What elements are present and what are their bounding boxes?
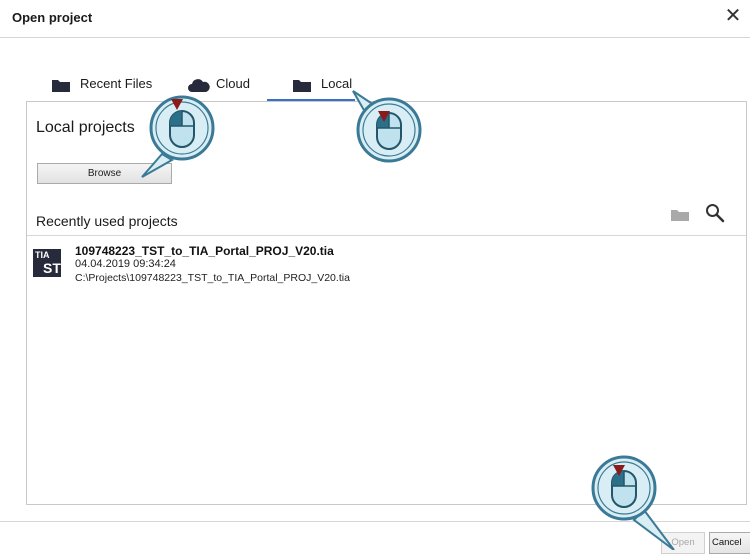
tab-label: Cloud [216,76,250,91]
tab-local[interactable]: Local [267,70,355,102]
list-item[interactable]: TIA ST 109748223_TST_to_TIA_Portal_PROJ_… [27,238,746,288]
dialog-titlebar: Open project ✕ [0,0,750,38]
tab-recent-files[interactable]: Recent Files [52,70,152,100]
mouse-click-callout-icon [352,90,422,163]
folder-icon [293,80,311,92]
divider [27,235,746,236]
folder-icon [52,80,70,92]
open-folder-icon[interactable] [671,209,689,221]
close-icon[interactable]: ✕ [722,4,744,28]
mouse-click-callout-icon [141,95,215,178]
project-name: 109748223_TST_to_TIA_Portal_PROJ_V20.tia [75,244,334,258]
project-path: C:\Projects\109748223_TST_to_TIA_Portal_… [75,272,350,284]
tab-label: Recent Files [80,76,153,91]
project-date: 04.04.2019 09:34:24 [75,258,176,270]
cancel-button[interactable]: Cancel [709,532,750,554]
recent-projects-title: Recently used projects [36,213,178,229]
tia-portal-logo: TIA ST [33,249,61,277]
mouse-click-callout-icon [591,455,675,550]
dialog-title: Open project [12,10,93,25]
search-icon[interactable] [705,203,725,223]
local-projects-title: Local projects [36,119,135,136]
